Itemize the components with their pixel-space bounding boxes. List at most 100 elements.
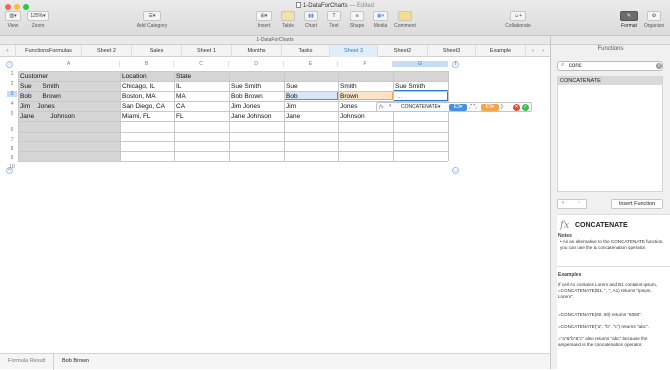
add-category-button[interactable]: ☰▾ Add Category [136, 11, 168, 29]
row-header-8[interactable]: 8 [7, 146, 17, 152]
reference-token-e3[interactable]: E3▾ [449, 104, 467, 111]
column-header-d[interactable]: D [229, 61, 284, 67]
comment-button[interactable]: Comment [394, 11, 416, 29]
chart-button[interactable]: ▮▮ Chart [303, 11, 319, 29]
zoom-select[interactable]: 125% ▾ [27, 11, 49, 21]
column-header-g[interactable]: G [393, 61, 448, 67]
insert-function-button[interactable]: Insert Function [611, 199, 663, 209]
cell-f3[interactable]: Brown [339, 92, 392, 101]
add-column-icon[interactable]: ‖ [452, 61, 459, 68]
function-token[interactable]: CONCATENATE▾ [401, 104, 441, 110]
cell-c4[interactable]: CA [175, 102, 228, 111]
row-header-1[interactable]: 1 [7, 71, 17, 77]
cell-a5[interactable]: Jane Johnson [19, 112, 119, 121]
format-button[interactable]: ✎ Format [618, 11, 640, 29]
row-header-9[interactable]: 9 [7, 155, 17, 161]
row-header-2[interactable]: 2 [7, 81, 17, 87]
fx-icon[interactable]: fx [379, 104, 384, 110]
cancel-formula-icon[interactable]: ✕ [513, 104, 520, 111]
cell-a3[interactable]: Bob Brown [19, 92, 119, 101]
column-header-c[interactable]: C [174, 61, 229, 67]
column-header-e[interactable]: E [284, 61, 338, 67]
row-header-6[interactable]: 6 [7, 127, 17, 133]
table-handle-icon[interactable]: ○ [6, 61, 13, 68]
tab-sheet-3[interactable]: Sheet 3 [330, 45, 378, 57]
search-input[interactable]: conc [569, 63, 582, 69]
chevron-left-icon[interactable]: ‹ [528, 45, 538, 57]
cell-a2[interactable]: Sue Smith [19, 82, 119, 91]
column-header-f[interactable]: F [338, 61, 393, 67]
reference-token-f3[interactable]: F3▾ [481, 104, 499, 111]
cell-f4[interactable]: Jones [339, 102, 375, 111]
cell-a4[interactable]: Jim Jones [19, 102, 119, 111]
cell-c3[interactable]: MA [175, 92, 228, 101]
tab-tasks[interactable]: Tasks [282, 45, 330, 57]
cell-d4[interactable]: Jim Jones [230, 102, 283, 111]
cell-b2[interactable]: Chicago, IL [121, 82, 173, 91]
back-icon[interactable]: ‹ [562, 200, 564, 206]
zoom-control[interactable]: 125% ▾ Zoom [27, 11, 49, 29]
example-4: ="a"&"b"&"c" also returns "abc" because … [558, 336, 648, 347]
row-header-5[interactable]: 5 [7, 111, 17, 117]
cell-b4[interactable]: San Diego, CA [121, 102, 173, 111]
add-sheet-button[interactable]: + [0, 45, 16, 57]
function-result-item[interactable]: CONCATENATE [558, 77, 662, 85]
resize-table-icon[interactable]: ◡ [452, 167, 459, 174]
cell-b3[interactable]: Boston, MA [121, 92, 173, 101]
clear-search-icon[interactable]: ✕ [656, 63, 662, 69]
accept-formula-icon[interactable]: ✓ [522, 104, 529, 111]
insert-icon: ⊞▾ [256, 11, 272, 21]
organize-button[interactable]: ⚙ Organize [642, 11, 666, 29]
column-header-a[interactable]: A [18, 61, 120, 67]
cell-e5[interactable]: Jane [285, 112, 337, 121]
cell-d3[interactable]: Bob Brown [230, 92, 283, 101]
cell-c2[interactable]: IL [175, 82, 228, 91]
forward-icon[interactable]: › [578, 200, 580, 206]
document-tab[interactable]: 1-DataForCharts [256, 37, 293, 43]
cell-e4[interactable]: Jim [285, 102, 337, 111]
cell-g3[interactable]: ... [396, 92, 446, 101]
tab-months[interactable]: Months [232, 45, 282, 57]
cell-b5[interactable]: Miami, FL [121, 112, 173, 121]
tab-sheet-1[interactable]: Sheet 1 [182, 45, 232, 57]
collaborate-button[interactable]: ☺+ Collaborate [505, 11, 531, 29]
cell-e3[interactable]: Bob [285, 92, 337, 101]
row-header-4[interactable]: 4 [7, 101, 17, 107]
search-icon: ⌕ [561, 62, 565, 68]
tab-sheet2[interactable]: Sheet2 [378, 45, 428, 57]
tab-sheet-2[interactable]: Sheet 2 [82, 45, 132, 57]
column-header-b[interactable]: B [120, 61, 174, 67]
history-nav: ‹ › [557, 199, 587, 209]
cell-f5[interactable]: Johnson [339, 112, 392, 121]
cell-d2[interactable]: Sue Smith [230, 82, 283, 91]
fx-icon: fx [560, 220, 570, 231]
category-icon: ☰▾ [143, 11, 161, 21]
function-search-field[interactable]: ⌕ conc ✕ [557, 61, 663, 71]
tab-functionsformulas[interactable]: FunctionsFormulas [16, 45, 82, 57]
cell-d5[interactable]: Jane Johnson [230, 112, 283, 121]
view-button[interactable]: ▥▾ View [4, 11, 22, 29]
table-button[interactable]: Table [280, 11, 296, 29]
row-header-3[interactable]: 3 [7, 91, 17, 97]
examples-heading: Examples [558, 272, 582, 278]
insert-button[interactable]: ⊞▾ Insert [256, 11, 272, 29]
tab-sheet3[interactable]: Sheet3 [428, 45, 476, 57]
formula-editor[interactable]: fx ▾ CONCATENATE▾ E3▾ ," ", F3▾ ) ✕ ✓ [376, 102, 532, 112]
cell-g2[interactable]: Sue Smith [394, 82, 447, 91]
header-state[interactable]: State [175, 72, 228, 81]
cell-f2[interactable]: Smith [339, 82, 392, 91]
header-customer[interactable]: Customer [19, 72, 119, 81]
header-location[interactable]: Location [121, 72, 173, 81]
tab-sales[interactable]: Sales [132, 45, 182, 57]
text-button[interactable]: T Text [326, 11, 342, 29]
cell-c5[interactable]: FL [175, 112, 228, 121]
sheet-tabs: + FunctionsFormulas Sheet 2 Sales Sheet … [0, 45, 550, 57]
media-button[interactable]: ▣▾ Media [372, 11, 389, 29]
row-header-7[interactable]: 7 [7, 137, 17, 143]
shape-button[interactable]: ■ Shape [349, 11, 365, 29]
separator-text: ," ", [469, 104, 477, 110]
cell-e2[interactable]: Sue [285, 82, 337, 91]
chevron-right-icon[interactable]: › [538, 45, 548, 57]
tab-example[interactable]: Example [476, 45, 526, 57]
row-header-10[interactable]: 10 [7, 164, 17, 170]
